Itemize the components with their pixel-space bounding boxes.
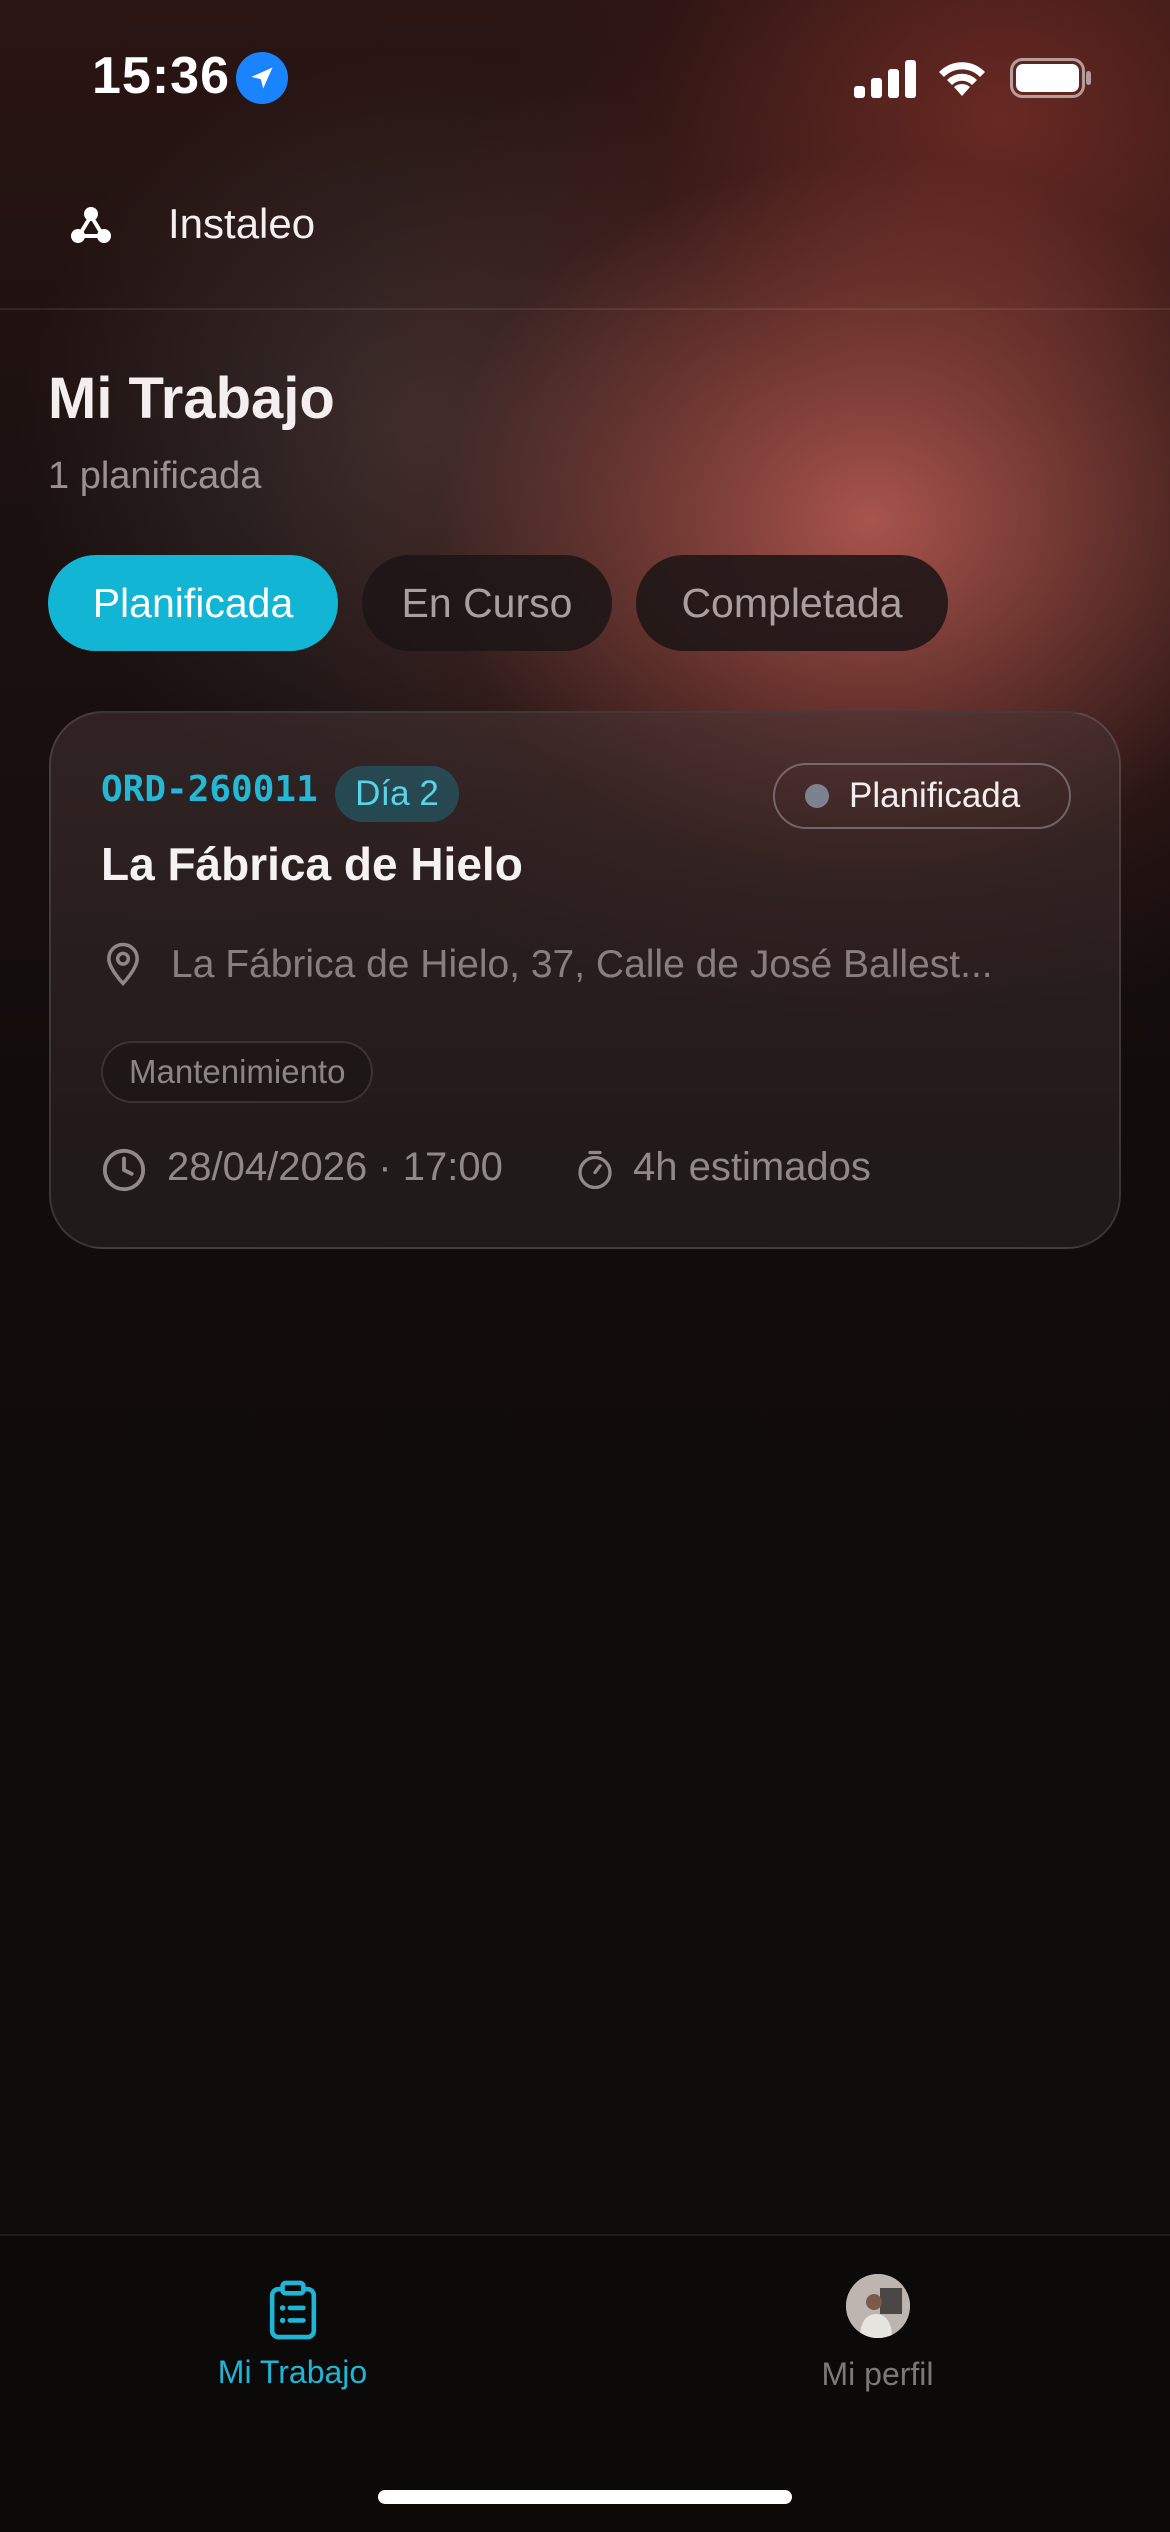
order-address: La Fábrica de Hielo, 37, Calle de José B… xyxy=(171,943,993,986)
screen: 15:36 Instaleo Mi Trabajo 1 planificada … xyxy=(0,0,1170,2532)
cellular-signal-icon xyxy=(854,60,916,98)
order-card[interactable]: ORD-260011 Día 2 Planificada La Fábrica … xyxy=(49,711,1121,1249)
filter-chip-planificada[interactable]: Planificada xyxy=(48,555,338,651)
status-bar: 15:36 xyxy=(0,0,1170,150)
three-nodes-logo-icon xyxy=(71,207,111,243)
location-arrow-icon xyxy=(236,52,288,104)
battery-icon xyxy=(1010,58,1091,98)
wifi-icon xyxy=(939,62,985,96)
app-header: Instaleo xyxy=(0,150,1170,310)
timer-icon xyxy=(578,1150,612,1190)
order-estimate: 4h estimados xyxy=(633,1145,871,1189)
tab-mi-perfil-label: Mi perfil xyxy=(821,2356,934,2392)
avatar xyxy=(846,2274,910,2338)
filter-chip-completada[interactable]: Completada xyxy=(636,555,948,651)
app-name: Instaleo xyxy=(168,200,316,247)
clipboard-list-icon xyxy=(269,2280,317,2340)
order-code: ORD-260011 xyxy=(101,769,318,810)
clock-icon xyxy=(102,1148,146,1192)
order-title: La Fábrica de Hielo xyxy=(101,838,523,890)
tab-mi-trabajo-label: Mi Trabajo xyxy=(217,2354,368,2390)
status-badge: Planificada xyxy=(773,763,1071,829)
page-title: Mi Trabajo xyxy=(48,366,335,431)
status-dot xyxy=(805,784,829,808)
status-time: 15:36 xyxy=(92,47,230,105)
day-badge: Día 2 xyxy=(335,766,459,822)
tab-mi-perfil[interactable]: Mi perfil xyxy=(585,2236,1170,2436)
map-pin-icon xyxy=(107,942,139,987)
category-tag: Mantenimiento xyxy=(101,1041,374,1103)
page-subtitle: 1 planificada xyxy=(48,455,262,497)
tab-bar: Mi Trabajo Mi perfil xyxy=(0,2234,1170,2532)
tab-mi-trabajo[interactable]: Mi Trabajo xyxy=(0,2236,585,2436)
filter-chip-en-curso[interactable]: En Curso xyxy=(362,555,612,651)
order-datetime: 28/04/2026 · 17:00 xyxy=(167,1145,503,1189)
home-indicator[interactable] xyxy=(378,2490,792,2504)
status-badge-label: Planificada xyxy=(849,776,1021,815)
